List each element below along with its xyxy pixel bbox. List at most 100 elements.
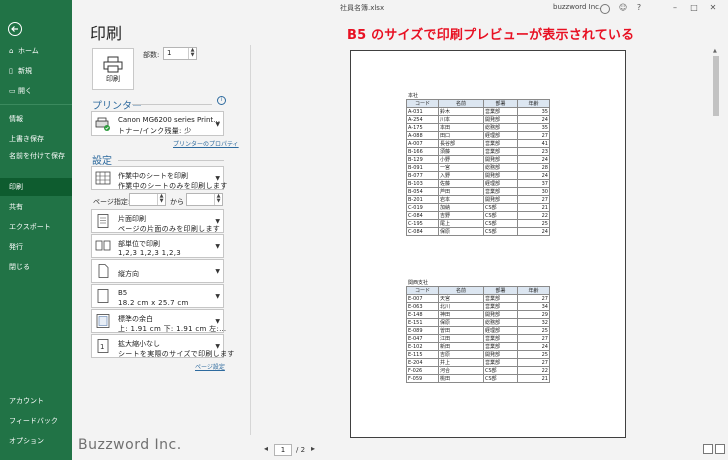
table-row: B-103 佐藤 経理部 37 [406,179,550,188]
nav-save-as[interactable]: 名前を付けて保存 [0,152,72,174]
table-cell: F-059 [406,374,439,383]
nav-options[interactable]: オプション [0,432,72,450]
block-caption: 本社 [408,93,419,99]
pages-from-input[interactable]: ▲ ▼ [129,193,166,206]
table-cell: 開発部 [483,195,518,204]
nav-publish[interactable]: 発行 [0,238,72,256]
table-row: C-019 加納 CS部 21 [406,203,550,212]
table-cell: A-007 [406,139,439,148]
nav-feedback[interactable]: フィードバック [0,412,72,430]
table-cell: 須藤 [438,147,484,156]
nav-save[interactable]: 上書き保存 [0,130,72,148]
table-cell: 開発部 [483,171,518,180]
zoom-to-page-icon[interactable] [715,444,725,454]
table-cell: 鈴木 [438,107,484,116]
preview-scrollbar[interactable]: ▲ [713,48,719,438]
nav-print[interactable]: 印刷 [0,178,72,196]
print-button[interactable]: 印刷 [92,48,134,90]
help-icon[interactable]: ? [634,3,644,12]
table-row: B-054 芦田 営業部 30 [406,187,550,196]
table-cell: B-103 [406,179,439,188]
scroll-up-icon[interactable]: ▲ [713,48,717,54]
paper-icon [97,289,109,303]
table-cell: B-091 [406,163,439,172]
table-cell: CS部 [483,203,518,212]
table-cell: 22 [517,211,550,220]
pages-label: ページ指定: [93,198,131,206]
table-cell: CS部 [483,366,518,375]
table-cell: C-195 [406,219,439,228]
sides-select[interactable]: 片面印刷 ページの片面のみを印刷します ▼ [91,209,224,233]
table-cell: 28 [517,163,550,172]
nav-info[interactable]: 情報 [0,110,72,128]
nav-account[interactable]: アカウント [0,392,72,410]
table-cell: E-007 [406,294,439,303]
new-icon: ▯ [9,67,13,75]
back-arrow-icon[interactable] [8,22,22,36]
copies-spinner[interactable]: ▲ ▼ [188,48,196,59]
table-cell: 24 [517,227,550,236]
table-cell: 21 [517,203,550,212]
nav-close[interactable]: 閉じる [0,258,72,276]
close-window-icon[interactable]: ✕ [708,3,718,12]
table-cell: 北川 [438,302,484,311]
user-name[interactable]: buzzword Inc. [553,3,601,11]
title-bar: 社員名簿.xlsx buzzword Inc. ☺ ? – □ ✕ [72,0,728,16]
prev-page-icon[interactable]: ◂ [264,444,268,453]
table-row: F-059 桃田 CS部 21 [406,374,550,383]
table-cell: E-063 [406,302,439,311]
table-cell: 営業部 [483,139,518,148]
table-cell: B-201 [406,195,439,204]
scaling-select[interactable]: 1 拡大縮小なし シートを実際のサイズで印刷します ▼ [91,334,234,358]
nav-share[interactable]: 共有 [0,198,72,216]
smiley-icon[interactable]: ☺ [618,3,628,12]
minimize-icon[interactable]: – [670,3,680,12]
copies-input[interactable]: 1 ▲ ▼ [163,47,197,60]
nav-export[interactable]: エクスポート [0,218,72,236]
orientation-select[interactable]: 縦方向 ▼ [91,259,224,283]
table-cell: 岩本 [438,195,484,204]
table-cell: 吉野 [438,211,484,220]
table-cell: 小野 [438,155,484,164]
scrollbar-thumb[interactable] [713,56,719,116]
collation-select[interactable]: 部単位で印刷 1,2,3 1,2,3 1,2,3 ▼ [91,234,224,258]
maximize-icon[interactable]: □ [689,3,699,12]
table-cell: 開発部 [483,310,518,319]
nav-open[interactable]: ▭ 開く [0,82,72,100]
nav-new[interactable]: ▯ 新規 [0,62,72,80]
table-cell: 30 [517,187,550,196]
table-cell: A-175 [406,123,439,132]
table-row: B-129 小野 開発部 24 [406,155,550,164]
printer-properties-link[interactable]: プリンターのプロパティ [173,139,239,148]
print-what-select[interactable]: 作業中のシートを印刷 作業中のシートのみを印刷します ▼ [91,166,227,190]
nav-divider [0,104,72,105]
table-cell: 24 [517,171,550,180]
table-cell: 桃田 [438,374,484,383]
nav-home[interactable]: ⌂ ホーム [0,42,72,60]
margins-select[interactable]: 標準の余白 上: 1.91 cm 下: 1.91 cm 左:… ▼ [91,309,226,333]
show-margins-icon[interactable] [703,444,713,454]
table-cell: C-019 [406,203,439,212]
user-avatar-icon[interactable] [600,4,610,14]
printer-select[interactable]: Canon MG6200 series Print… トナー/インク残量: 少 … [91,111,224,136]
pages-to-input[interactable]: ▲ ▼ [186,193,223,206]
column-header: コード [406,99,439,108]
info-icon[interactable]: i [217,96,226,105]
page-setup-link[interactable]: ページ設定 [195,362,225,371]
paper-size-select[interactable]: B5 18.2 cm x 25.7 cm ▼ [91,284,224,308]
table-row: C-195 尾上 CS部 25 [406,219,550,228]
table-cell: C-084 [406,211,439,220]
page-number-input[interactable]: 1 [274,444,292,456]
table-row: F-026 河合 CS部 22 [406,366,550,375]
table-cell: 25 [517,326,550,335]
table-cell: 田口 [438,131,484,140]
next-page-icon[interactable]: ▸ [311,444,315,453]
table-cell: A-254 [406,115,439,124]
table-cell: CS部 [483,374,518,383]
table-cell: 営業部 [483,187,518,196]
chevron-down-icon: ▼ [215,218,220,225]
scaling-icon: 1 [97,339,109,353]
column-header: 名前 [438,99,484,108]
table-cell: C-084 [406,227,439,236]
table-cell: 41 [517,139,550,148]
